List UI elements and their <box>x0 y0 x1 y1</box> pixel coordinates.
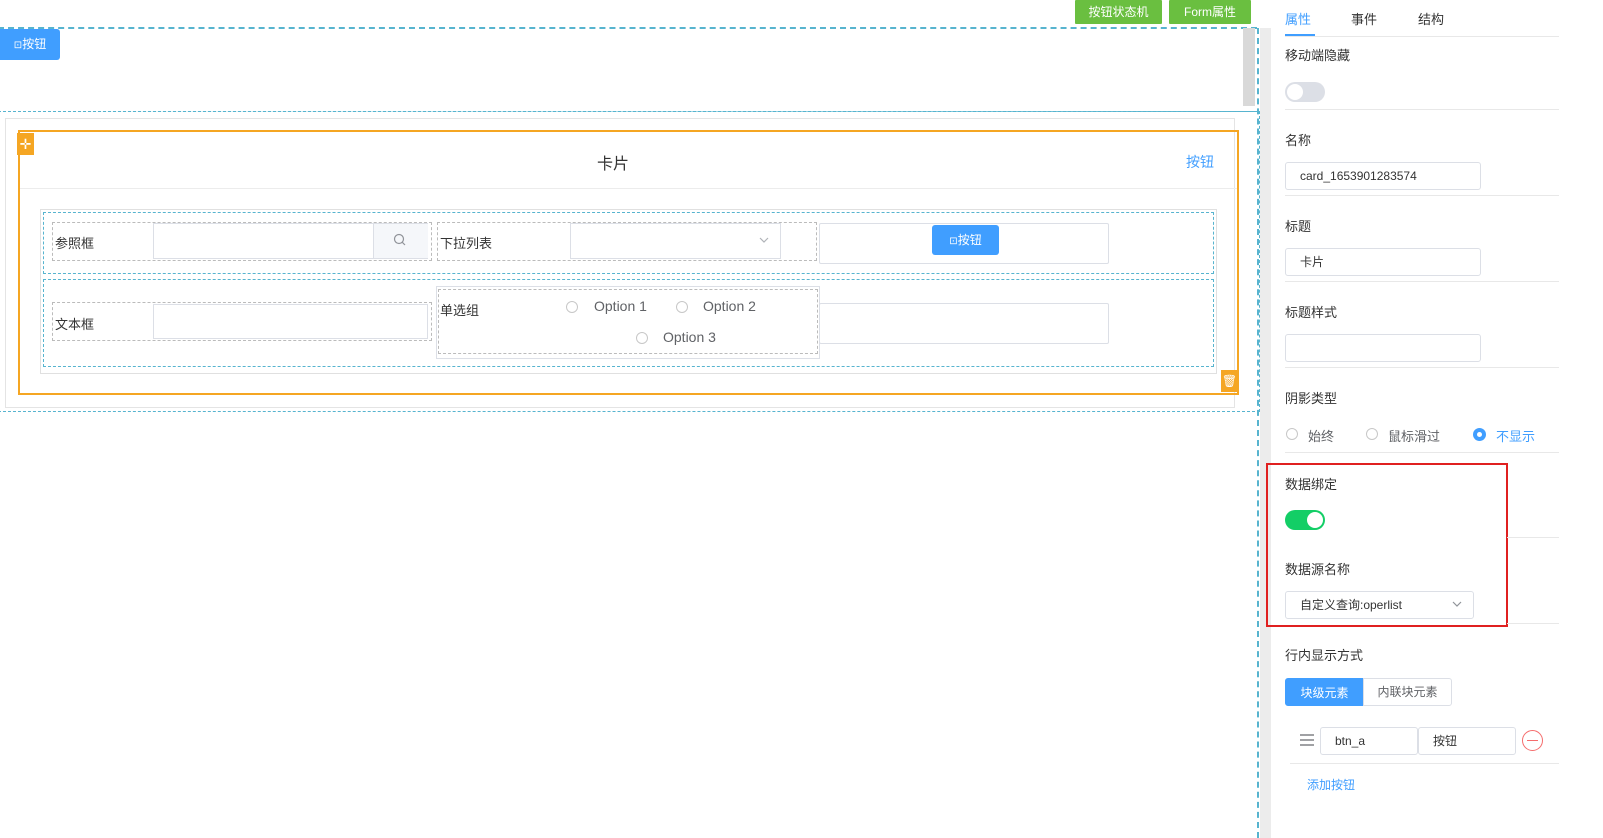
shadow-always-label: 始终 <box>1308 429 1335 444</box>
tab-properties[interactable]: 属性 <box>1285 9 1311 28</box>
shadow-type-label: 阴影类型 <box>1285 391 1338 406</box>
inline-display-label: 行内显示方式 <box>1285 648 1364 663</box>
chevron-down-icon <box>1450 597 1464 611</box>
mobile-hidden-toggle[interactable] <box>1285 82 1325 102</box>
divider <box>1285 281 1559 282</box>
shadow-never-label: 不显示 <box>1496 429 1536 444</box>
name-label: 名称 <box>1285 133 1312 148</box>
card-title: 卡片 <box>596 156 629 173</box>
top-button[interactable]: ⊡按钮 <box>0 29 60 60</box>
button-icon: ⊡ <box>13 40 23 51</box>
radio-option-2[interactable] <box>676 301 688 313</box>
top-drop-zone <box>0 27 1257 112</box>
textbox-field-label: 文本框 <box>55 317 95 332</box>
textbox-input[interactable] <box>153 304 428 339</box>
inline-block-option[interactable]: 内联块元素 <box>1363 678 1452 706</box>
empty-cell <box>819 303 1109 344</box>
divider <box>1285 452 1559 453</box>
datasource-label: 数据源名称 <box>1285 562 1351 577</box>
chevron-down-icon <box>757 233 771 247</box>
add-button-link[interactable]: 添加按钮 <box>1307 776 1355 793</box>
divider <box>1507 537 1559 538</box>
form-properties-button[interactable]: Form属性 <box>1169 0 1251 24</box>
canvas-scrollbar[interactable] <box>1243 28 1255 106</box>
radio-group-label: 单选组 <box>440 303 480 318</box>
datasource-select[interactable]: 自定义查询:operlist <box>1285 591 1474 619</box>
radio-option-3[interactable] <box>636 332 648 344</box>
panel-gutter <box>1260 28 1271 838</box>
name-input[interactable]: card_1653901283574 <box>1285 162 1481 190</box>
title-style-input[interactable] <box>1285 334 1481 362</box>
tab-structure[interactable]: 结构 <box>1418 9 1444 28</box>
search-icon <box>392 232 408 248</box>
card-header-button[interactable]: 按钮 <box>1186 152 1214 172</box>
remove-button-icon[interactable] <box>1522 730 1543 751</box>
title-input[interactable]: 卡片 <box>1285 248 1481 276</box>
tabs-divider <box>1285 36 1559 37</box>
data-binding-label: 数据绑定 <box>1285 477 1338 492</box>
button-icon: ⊡ <box>949 236 958 247</box>
card-action-button[interactable]: ⊡按钮 <box>932 225 999 255</box>
divider <box>1507 623 1559 624</box>
shadow-always-radio[interactable] <box>1286 428 1298 440</box>
title-label: 标题 <box>1285 219 1312 234</box>
shadow-hover-radio[interactable] <box>1366 428 1378 440</box>
data-binding-toggle[interactable] <box>1285 510 1325 530</box>
card-header-divider <box>20 188 1237 189</box>
title-style-label: 标题样式 <box>1285 305 1338 320</box>
move-handle-icon[interactable]: ✛ <box>17 133 34 155</box>
radio-option-2-label: Option 2 <box>703 298 756 314</box>
divider <box>1285 367 1559 368</box>
button-key-input[interactable]: btn_a <box>1320 727 1418 755</box>
state-machine-button[interactable]: 按钮状态机 <box>1075 0 1162 24</box>
ref-field-label: 参照框 <box>55 236 95 251</box>
drag-handle-icon[interactable] <box>1298 731 1316 749</box>
dropdown-select[interactable] <box>570 223 781 259</box>
divider <box>1290 763 1559 764</box>
mobile-hidden-label: 移动端隐藏 <box>1285 48 1351 63</box>
dropdown-field-label: 下拉列表 <box>440 236 493 251</box>
tab-events[interactable]: 事件 <box>1351 9 1377 28</box>
radio-option-3-label: Option 3 <box>663 329 716 345</box>
delete-icon[interactable]: 🗑 <box>1221 370 1238 392</box>
divider <box>1285 109 1559 110</box>
divider <box>1285 195 1559 196</box>
shadow-never-radio[interactable] <box>1473 428 1486 441</box>
canvas-edge <box>1257 28 1259 838</box>
button-text-input[interactable]: 按钮 <box>1418 727 1516 755</box>
radio-option-1-label: Option 1 <box>594 298 647 314</box>
block-element-option[interactable]: 块级元素 <box>1285 678 1364 706</box>
radio-option-1[interactable] <box>566 301 578 313</box>
shadow-hover-label: 鼠标滑过 <box>1388 429 1441 444</box>
